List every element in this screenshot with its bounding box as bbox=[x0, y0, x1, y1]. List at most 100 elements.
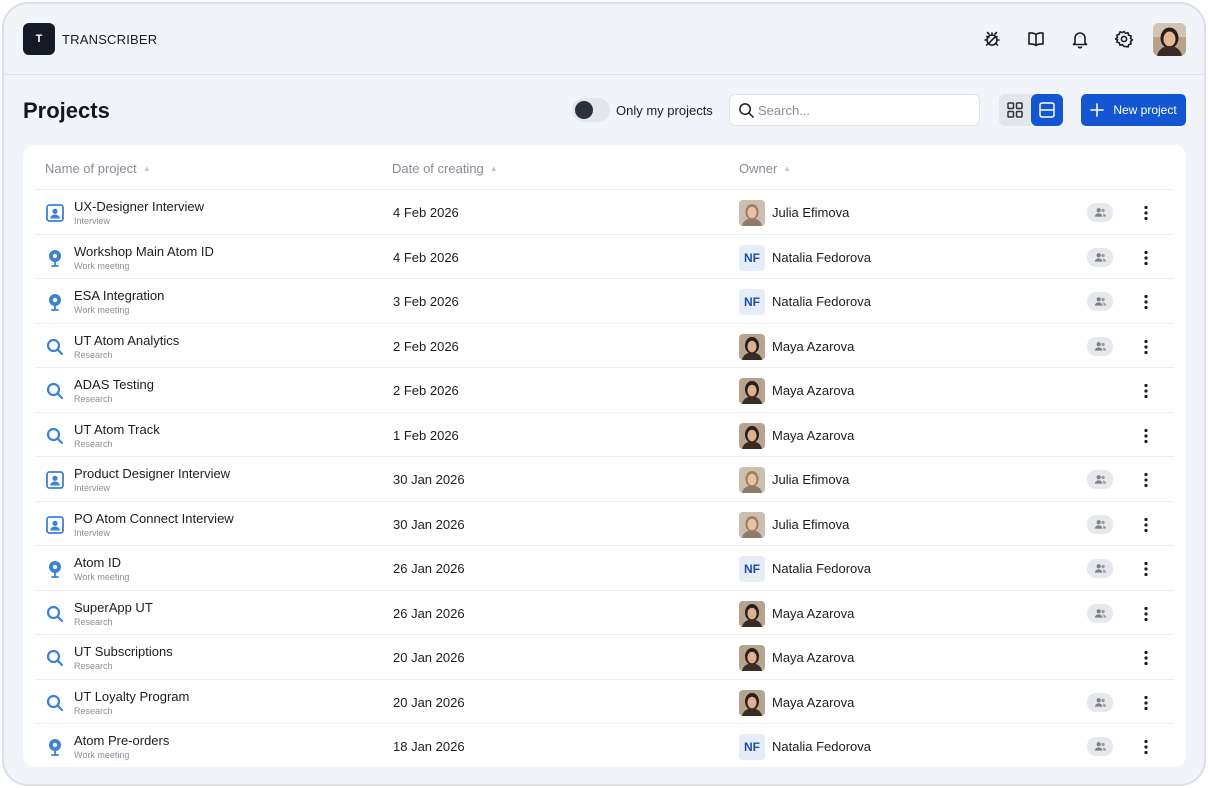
user-avatar[interactable] bbox=[1153, 23, 1186, 56]
more-options-icon[interactable] bbox=[1134, 335, 1158, 359]
shared-users-icon[interactable] bbox=[1087, 692, 1113, 712]
more-options-icon[interactable] bbox=[1134, 691, 1158, 715]
more-options-icon[interactable] bbox=[1134, 290, 1158, 314]
more-options-icon[interactable] bbox=[1134, 646, 1158, 670]
project-name[interactable]: UT Atom Track bbox=[74, 422, 160, 437]
toggle-knob bbox=[575, 101, 593, 119]
more-options-icon[interactable] bbox=[1134, 246, 1158, 270]
project-type: Research bbox=[74, 661, 113, 671]
shared-users-icon[interactable] bbox=[1087, 737, 1113, 756]
app-window: T TRANSCRIBER Projects Only my projects … bbox=[2, 2, 1206, 786]
table-row[interactable]: ESA Integration Work meeting 3 Feb 2026 NF N… bbox=[35, 278, 1174, 323]
bell-icon[interactable] bbox=[1067, 26, 1093, 52]
project-date: 20 Jan 2026 bbox=[393, 650, 465, 665]
project-date: 18 Jan 2026 bbox=[393, 739, 465, 754]
shared-users-icon[interactable] bbox=[1087, 603, 1113, 623]
table-row[interactable]: Atom ID Work meeting 26 Jan 2026 NF Natalia … bbox=[35, 545, 1174, 590]
shared-users-icon[interactable] bbox=[1087, 559, 1113, 578]
shared-users-icon[interactable] bbox=[1087, 292, 1113, 311]
project-name[interactable]: ADAS Testing bbox=[74, 377, 154, 392]
project-date: 2 Feb 2026 bbox=[393, 338, 459, 354]
table-row[interactable]: SuperApp UT Research 26 Jan 2026 Maya Azaro… bbox=[35, 589, 1174, 635]
table-row[interactable]: ADAS Testing Research 2 Feb 2026 Maya Azaro… bbox=[35, 367, 1174, 412]
new-project-label: New project bbox=[1113, 103, 1177, 117]
project-name[interactable]: UT Loyalty Program bbox=[74, 689, 189, 704]
owner-name: Julia Efimova bbox=[772, 205, 850, 220]
project-date: 3 Feb 2026 bbox=[393, 294, 459, 309]
shared-users-icon[interactable] bbox=[1087, 470, 1113, 489]
book-icon[interactable] bbox=[1023, 26, 1049, 52]
project-name[interactable]: Workshop Main Atom ID bbox=[74, 244, 214, 259]
shared-users-icon[interactable] bbox=[1087, 336, 1113, 356]
only-my-projects-label[interactable]: Only my projects bbox=[616, 103, 713, 118]
project-type: Research bbox=[74, 705, 113, 716]
search-box bbox=[729, 94, 980, 126]
interview-icon bbox=[45, 203, 65, 223]
more-options-icon[interactable] bbox=[1134, 468, 1158, 492]
project-name[interactable]: PO Atom Connect Interview bbox=[74, 511, 234, 526]
table-row[interactable]: UT Loyalty Program Research 20 Jan 2026 May… bbox=[35, 678, 1174, 724]
search-input[interactable] bbox=[758, 95, 973, 125]
project-type: Research bbox=[74, 616, 113, 627]
shared-users-icon[interactable] bbox=[1087, 247, 1113, 267]
table-row[interactable]: Workshop Main Atom ID Work meeting 4 Feb 2… bbox=[35, 233, 1174, 279]
more-options-icon[interactable] bbox=[1134, 201, 1158, 225]
project-name[interactable]: UT Subscriptions bbox=[74, 644, 173, 659]
table-row[interactable]: UT Atom Track Research 1 Feb 2026 Maya Azar… bbox=[35, 411, 1174, 457]
project-type: Work meeting bbox=[74, 305, 130, 315]
grid-view-button[interactable] bbox=[999, 94, 1031, 126]
new-project-button[interactable]: New project bbox=[1081, 94, 1186, 126]
owner-initials-avatar: NF bbox=[739, 556, 765, 582]
shared-users-icon[interactable] bbox=[1087, 203, 1113, 222]
webcam-icon bbox=[45, 248, 65, 268]
list-view-button[interactable] bbox=[1031, 94, 1063, 126]
only-my-projects-toggle[interactable] bbox=[572, 98, 610, 122]
table-row[interactable]: UX-Designer Interview Interview 4 Feb 2026… bbox=[35, 189, 1174, 234]
more-options-icon[interactable] bbox=[1134, 602, 1158, 626]
interview-icon bbox=[45, 515, 65, 535]
project-date: 20 Jan 2026 bbox=[393, 694, 465, 710]
project-name[interactable]: Product Designer Interview bbox=[74, 466, 230, 481]
project-name[interactable]: SuperApp UT bbox=[74, 600, 153, 615]
shared-users-icon[interactable] bbox=[1087, 514, 1113, 534]
project-type: Interview bbox=[74, 216, 111, 226]
project-name[interactable]: Atom ID bbox=[74, 555, 121, 570]
project-name[interactable]: Atom Pre-orders bbox=[74, 733, 169, 748]
search-icon bbox=[45, 381, 65, 401]
project-type: Work meeting bbox=[74, 260, 130, 271]
gear-icon[interactable] bbox=[1111, 26, 1137, 52]
project-date: 4 Feb 2026 bbox=[393, 249, 459, 265]
table-row[interactable]: Atom Pre-orders Work meeting 18 Jan 2026 NF… bbox=[35, 723, 1174, 767]
table-row[interactable]: Product Designer Interview Interview 30 Ja… bbox=[35, 456, 1174, 501]
column-header-name[interactable]: Name of project ▲︎ bbox=[45, 161, 151, 176]
webcam-icon bbox=[45, 292, 65, 312]
app-logo[interactable]: T bbox=[23, 23, 55, 55]
more-options-icon[interactable] bbox=[1134, 379, 1158, 403]
plus-icon bbox=[1090, 103, 1105, 117]
interview-icon bbox=[45, 470, 65, 490]
owner-avatar bbox=[739, 645, 765, 671]
owner-name: Maya Azarova bbox=[772, 694, 855, 710]
owner-avatar bbox=[739, 200, 765, 226]
table-row[interactable]: PO Atom Connect Interview Interview 30 Jan… bbox=[35, 500, 1174, 546]
project-name[interactable]: UX-Designer Interview bbox=[74, 199, 204, 214]
owner-name: Maya Azarova bbox=[772, 338, 855, 354]
table-row[interactable]: UT Subscriptions Research 20 Jan 2026 Maya … bbox=[35, 634, 1174, 679]
more-options-icon[interactable] bbox=[1134, 557, 1158, 581]
more-options-icon[interactable] bbox=[1134, 424, 1158, 448]
top-bar: T TRANSCRIBER bbox=[4, 4, 1204, 75]
column-header-date[interactable]: Date of creating ▲︎ bbox=[392, 161, 498, 176]
more-options-icon[interactable] bbox=[1134, 735, 1158, 759]
projects-table: Name of project ▲︎ Date of creating ▲︎ Own… bbox=[23, 145, 1186, 767]
search-icon bbox=[739, 103, 754, 118]
search-icon bbox=[45, 693, 65, 713]
owner-name: Maya Azarova bbox=[772, 427, 855, 443]
project-name[interactable]: UT Atom Analytics bbox=[74, 333, 179, 348]
webcam-icon bbox=[45, 737, 65, 757]
more-options-icon[interactable] bbox=[1134, 513, 1158, 537]
column-header-owner[interactable]: Owner ▲︎ bbox=[739, 161, 791, 176]
bug-icon[interactable] bbox=[979, 26, 1005, 52]
project-date: 1 Feb 2026 bbox=[393, 427, 459, 443]
table-row[interactable]: UT Atom Analytics Research 2 Feb 2026 Maya … bbox=[35, 322, 1174, 368]
project-name[interactable]: ESA Integration bbox=[74, 288, 164, 303]
